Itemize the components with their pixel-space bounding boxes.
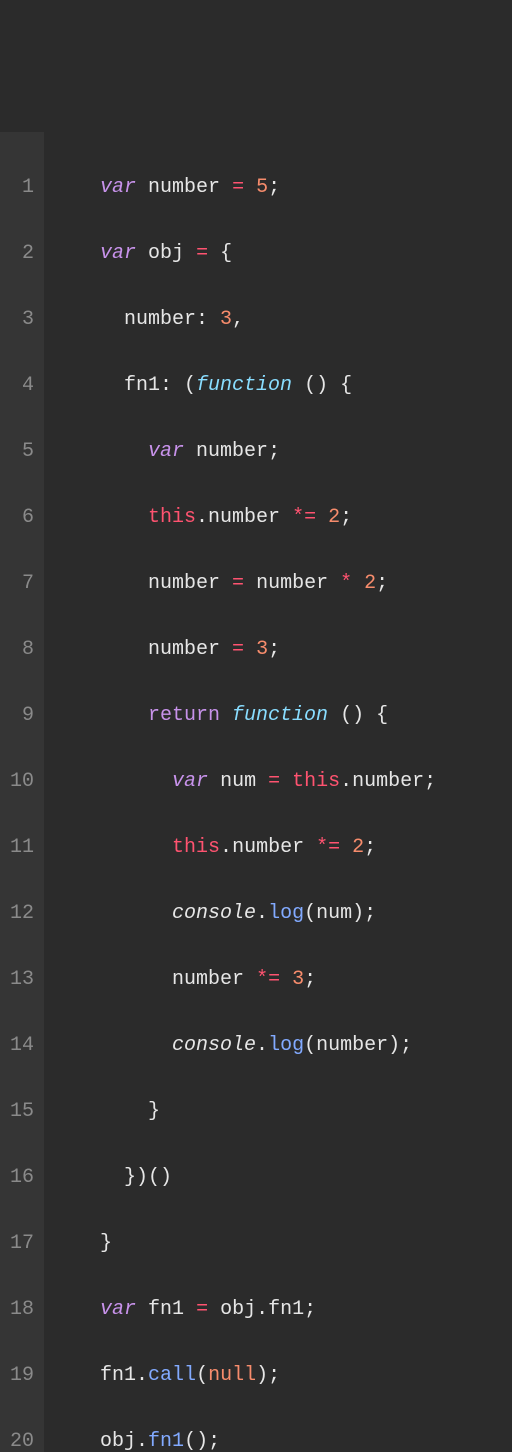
- property: fn1: [268, 1298, 304, 1321]
- argument: number: [316, 1034, 388, 1057]
- line-number: 11: [6, 831, 34, 864]
- code-line: var number;: [52, 435, 436, 468]
- line-number: 4: [6, 369, 34, 402]
- line-number: 19: [6, 1359, 34, 1392]
- number-literal: 3: [256, 638, 268, 661]
- number-literal: 2: [364, 572, 376, 595]
- identifier: num: [220, 770, 256, 793]
- argument: num: [316, 902, 352, 925]
- code-line: number: 3,: [52, 303, 436, 336]
- code-line: })(): [52, 1161, 436, 1194]
- keyword-var: var: [148, 440, 184, 463]
- identifier: obj: [220, 1298, 256, 1321]
- code-line: fn1.call(null);: [52, 1359, 436, 1392]
- line-number: 2: [6, 237, 34, 270]
- code-line: var fn1 = obj.fn1;: [52, 1293, 436, 1326]
- console-object: console: [172, 902, 256, 925]
- keyword-var: var: [172, 770, 208, 793]
- code-line: number = 3;: [52, 633, 436, 666]
- identifier: number: [148, 572, 220, 595]
- code-line: this.number *= 2;: [52, 501, 436, 534]
- number-literal: 3: [220, 308, 232, 331]
- line-number: 13: [6, 963, 34, 996]
- keyword-var: var: [100, 242, 136, 265]
- identifier: fn1: [148, 1298, 184, 1321]
- keyword-this: this: [292, 770, 340, 793]
- operator: =: [184, 242, 220, 265]
- code-line: }: [52, 1095, 436, 1128]
- operator: =: [232, 572, 244, 595]
- operator: *=: [316, 836, 340, 859]
- property: number: [352, 770, 424, 793]
- keyword-function: function: [196, 374, 292, 397]
- keyword-var: var: [100, 1298, 136, 1321]
- line-number: 6: [6, 501, 34, 534]
- property: number: [232, 836, 304, 859]
- code-line: var num = this.number;: [52, 765, 436, 798]
- line-number: 9: [6, 699, 34, 732]
- operator: *=: [256, 968, 280, 991]
- line-number: 10: [6, 765, 34, 798]
- line-number: 18: [6, 1293, 34, 1326]
- code-line: return function () {: [52, 699, 436, 732]
- identifier: obj: [148, 242, 184, 265]
- property: number: [208, 506, 280, 529]
- keyword-this: this: [148, 506, 196, 529]
- line-number: 8: [6, 633, 34, 666]
- console-object: console: [172, 1034, 256, 1057]
- line-number: 15: [6, 1095, 34, 1128]
- code-line: obj.fn1();: [52, 1425, 436, 1452]
- code-line: number = number * 2;: [52, 567, 436, 600]
- code-line: var obj = {: [52, 237, 436, 270]
- property: number: [124, 308, 196, 331]
- method-log: log: [268, 902, 304, 925]
- code-area: var number = 5; var obj = { number: 3, f…: [44, 132, 436, 1452]
- code-line: var number = 5;: [52, 171, 436, 204]
- keyword-var: var: [100, 176, 136, 199]
- operator: =: [196, 1298, 208, 1321]
- keyword-function: function: [232, 704, 328, 727]
- identifier: number: [148, 638, 220, 661]
- operator: =: [268, 770, 280, 793]
- line-number: 1: [6, 171, 34, 204]
- line-number: 16: [6, 1161, 34, 1194]
- method-fn1: fn1: [148, 1430, 184, 1452]
- code-line: }: [52, 1227, 436, 1260]
- line-number: 3: [6, 303, 34, 336]
- identifier: obj: [100, 1430, 136, 1452]
- number-literal: 2: [352, 836, 364, 859]
- code-line: console.log(num);: [52, 897, 436, 930]
- number-literal: 2: [328, 506, 340, 529]
- operator: =: [220, 176, 256, 199]
- null-literal: null: [208, 1364, 256, 1387]
- line-number: 12: [6, 897, 34, 930]
- code-line: this.number *= 2;: [52, 831, 436, 864]
- code-line: number *= 3;: [52, 963, 436, 996]
- method-call: call: [148, 1364, 196, 1387]
- line-number-gutter: 1 2 3 4 5 6 7 8 9 10 11 12 13 14 15 16 1…: [0, 132, 44, 1452]
- identifier: number: [172, 968, 244, 991]
- code-line: console.log(number);: [52, 1029, 436, 1062]
- identifier: fn1: [100, 1364, 136, 1387]
- line-number: 5: [6, 435, 34, 468]
- operator: *: [340, 572, 352, 595]
- number-literal: 3: [292, 968, 304, 991]
- method-log: log: [268, 1034, 304, 1057]
- number-literal: 5: [256, 176, 268, 199]
- identifier: number: [148, 176, 220, 199]
- identifier: number: [196, 440, 268, 463]
- line-number: 17: [6, 1227, 34, 1260]
- code-line: fn1: (function () {: [52, 369, 436, 402]
- line-number: 14: [6, 1029, 34, 1062]
- code-editor: 1 2 3 4 5 6 7 8 9 10 11 12 13 14 15 16 1…: [0, 132, 512, 1452]
- line-number: 20: [6, 1425, 34, 1452]
- operator: *=: [292, 506, 316, 529]
- line-number: 7: [6, 567, 34, 600]
- keyword-this: this: [172, 836, 220, 859]
- keyword-return: return: [148, 704, 220, 727]
- property: fn1: [124, 374, 160, 397]
- operator: =: [232, 638, 244, 661]
